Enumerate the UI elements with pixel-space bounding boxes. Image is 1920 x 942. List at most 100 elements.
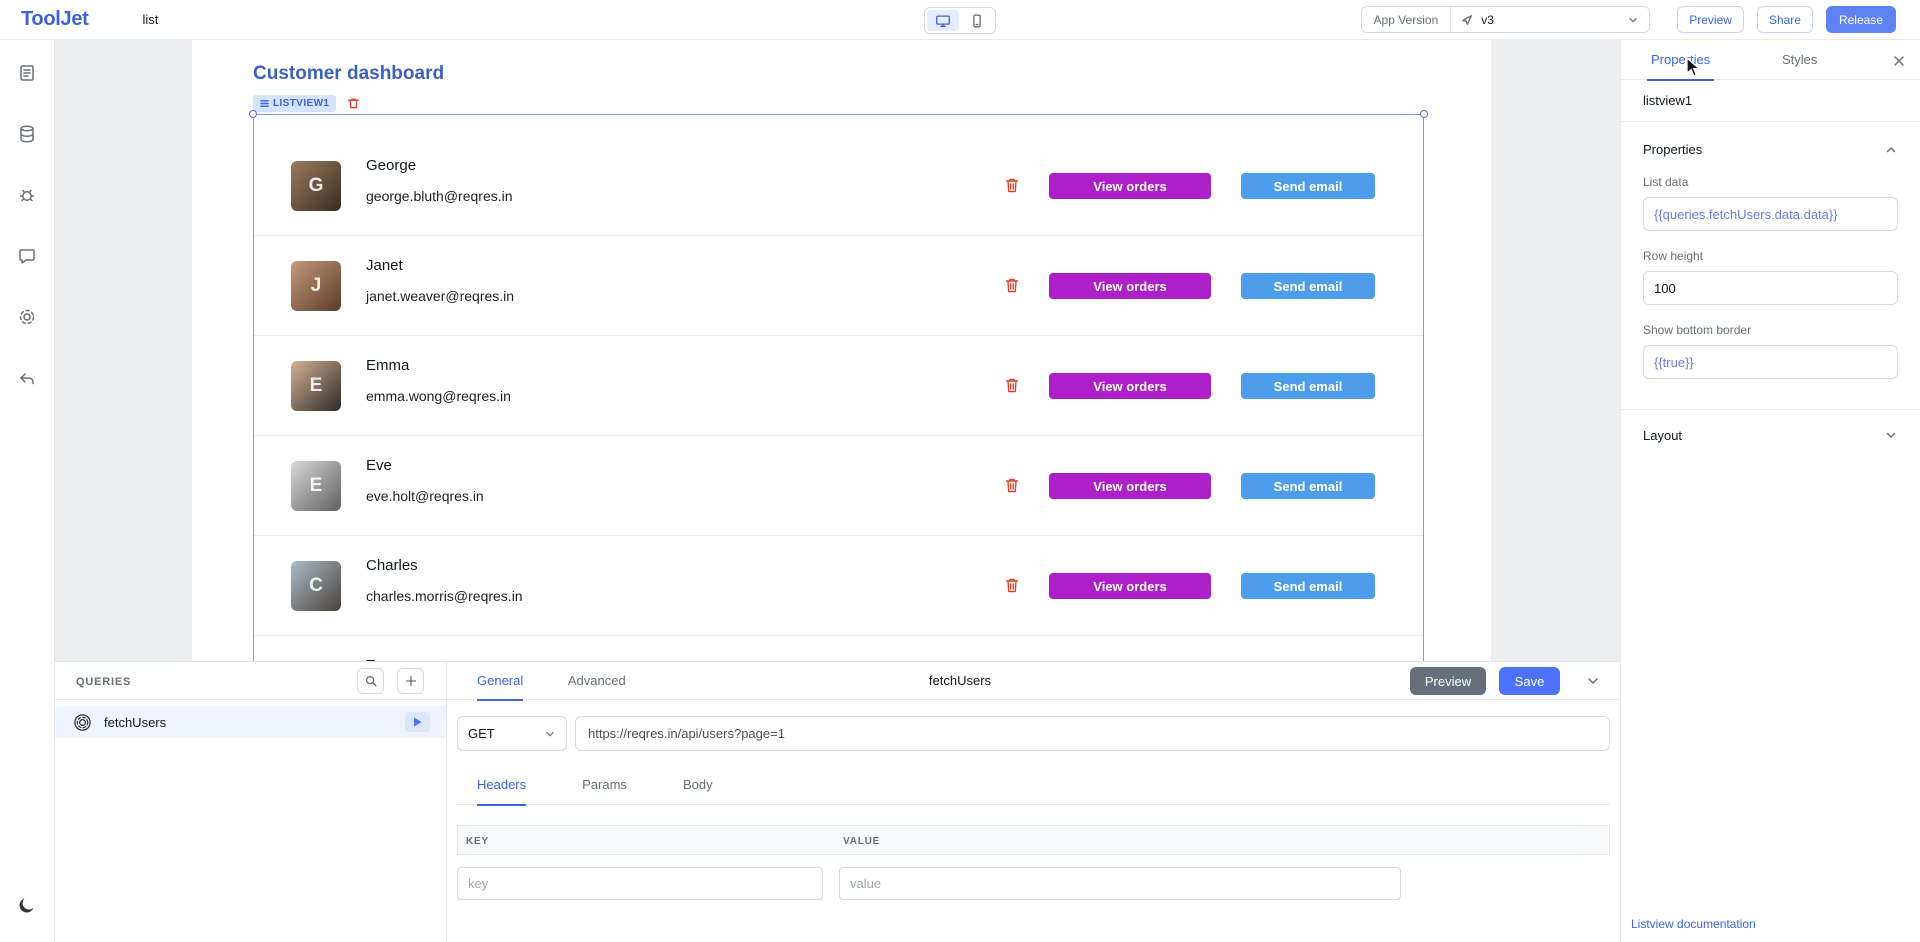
listview-widget[interactable]: G George george.bluth@reqres.in View ord… <box>253 114 1424 661</box>
resize-handle-top-left[interactable] <box>249 110 257 118</box>
header-key-input[interactable] <box>457 867 823 900</box>
header-value-input[interactable] <box>839 867 1401 900</box>
query-save-button[interactable]: Save <box>1499 667 1560 695</box>
app-header: ToolJet list App Version v3 Preview Shar… <box>0 0 1920 40</box>
delete-row-button[interactable] <box>1000 373 1024 397</box>
page-title: Customer dashboard <box>253 63 444 85</box>
query-preview-button[interactable]: Preview <box>1410 667 1486 695</box>
delete-row-button[interactable] <box>1000 573 1024 597</box>
delete-row-button[interactable] <box>1000 173 1024 197</box>
send-email-button[interactable]: Send email <box>1241 573 1375 599</box>
view-orders-button[interactable]: View orders <box>1049 173 1211 199</box>
preview-button[interactable]: Preview <box>1677 6 1744 33</box>
user-name: Eve <box>366 457 392 474</box>
widget-delete-button[interactable] <box>347 97 360 110</box>
section-properties[interactable]: Properties <box>1643 142 1898 157</box>
view-orders-button[interactable]: View orders <box>1049 473 1211 499</box>
play-icon <box>413 717 422 727</box>
tooljet-logo[interactable]: ToolJet <box>21 8 89 31</box>
tab-properties[interactable]: Properties <box>1651 40 1710 80</box>
bottom-border-input[interactable]: {{true}} <box>1643 345 1898 379</box>
tab-headers[interactable]: Headers <box>477 765 526 805</box>
view-orders-button[interactable]: View orders <box>1049 273 1211 299</box>
list-icon <box>260 99 269 108</box>
request-tabs: Headers Params Body <box>457 765 1610 805</box>
tab-advanced[interactable]: Advanced <box>568 662 626 700</box>
user-avatar: C <box>291 561 341 611</box>
list-data-label: List data <box>1643 175 1898 189</box>
widget-selection-toolbar: LISTVIEW1 <box>253 95 360 112</box>
query-url-input[interactable] <box>575 716 1610 751</box>
canvas-background[interactable]: Customer dashboard LISTVIEW1 G George ge… <box>55 40 1620 661</box>
bug-icon <box>17 185 37 205</box>
release-button[interactable]: Release <box>1826 6 1896 33</box>
send-email-button[interactable]: Send email <box>1241 473 1375 499</box>
sidebar-item-debugger[interactable] <box>10 178 44 212</box>
app-version-control[interactable]: App Version v3 <box>1361 6 1651 33</box>
list-row[interactable]: J Janet janet.weaver@reqres.in View orde… <box>254 236 1423 336</box>
section-layout[interactable]: Layout <box>1643 410 1898 460</box>
listview-documentation-link[interactable]: Listview documentation <box>1631 917 1756 931</box>
database-icon <box>17 124 37 144</box>
list-row[interactable]: G George george.bluth@reqres.in View ord… <box>254 136 1423 236</box>
list-row[interactable]: E Eve eve.holt@reqres.in View orders Sen… <box>254 436 1423 536</box>
send-email-button[interactable]: Send email <box>1241 173 1375 199</box>
tab-params[interactable]: Params <box>582 765 627 805</box>
add-query-button[interactable] <box>397 668 424 694</box>
list-row[interactable]: T Tracey View orders Send email <box>254 636 1423 661</box>
query-name: fetchUsers <box>104 715 166 730</box>
query-search-button[interactable] <box>357 668 384 694</box>
dark-mode-toggle[interactable] <box>10 888 44 922</box>
list-data-input[interactable]: {{queries.fetchUsers.data.data}} <box>1643 197 1898 231</box>
sidebar-item-settings[interactable] <box>10 300 44 334</box>
list-row[interactable]: C Charles charles.morris@reqres.in View … <box>254 536 1423 636</box>
chevron-down-icon <box>1585 673 1601 689</box>
view-orders-button[interactable]: View orders <box>1049 573 1211 599</box>
section-layout-label: Layout <box>1643 428 1682 443</box>
collapse-panel-button[interactable] <box>1581 670 1605 692</box>
send-email-button[interactable]: Send email <box>1241 273 1375 299</box>
user-avatar: E <box>291 461 341 511</box>
sidebar-item-back[interactable] <box>10 361 44 395</box>
chevron-down-icon <box>1884 428 1898 442</box>
rocket-icon <box>1461 13 1474 26</box>
chat-icon <box>17 246 37 266</box>
headers-table-row <box>457 867 1610 900</box>
run-query-button[interactable] <box>405 712 430 732</box>
row-height-input[interactable] <box>1643 271 1898 305</box>
resize-handle-top-right[interactable] <box>1420 110 1428 118</box>
query-list-item[interactable]: fetchUsers <box>55 706 446 738</box>
gear-icon <box>17 307 37 327</box>
trash-icon <box>1004 477 1020 494</box>
search-icon <box>364 674 378 688</box>
row-height-label: Row height <box>1643 249 1898 263</box>
app-name[interactable]: list <box>143 12 159 27</box>
tab-general[interactable]: General <box>477 662 523 700</box>
mobile-view-button[interactable] <box>961 10 993 31</box>
app-canvas[interactable]: Customer dashboard LISTVIEW1 G George ge… <box>192 40 1491 661</box>
share-button[interactable]: Share <box>1757 6 1813 33</box>
query-editor-title: fetchUsers <box>929 662 991 700</box>
view-orders-button[interactable]: View orders <box>1049 373 1211 399</box>
method-select[interactable]: GET <box>457 716 567 751</box>
sidebar-item-comments[interactable] <box>10 239 44 273</box>
close-panel-button[interactable] <box>1888 50 1910 72</box>
user-avatar: G <box>291 161 341 211</box>
delete-row-button[interactable] <box>1000 273 1024 297</box>
widget-badge[interactable]: LISTVIEW1 <box>253 95 336 112</box>
version-dropdown[interactable]: v3 <box>1451 7 1649 32</box>
list-row[interactable]: E Emma emma.wong@reqres.in View orders S… <box>254 336 1423 436</box>
user-name: Emma <box>366 357 409 374</box>
sidebar-item-pages[interactable] <box>10 56 44 90</box>
sidebar-item-datasources[interactable] <box>10 117 44 151</box>
tab-styles[interactable]: Styles <box>1782 40 1817 80</box>
request-row: GET <box>457 716 1610 751</box>
trash-icon <box>1004 377 1020 394</box>
tab-body[interactable]: Body <box>683 765 713 805</box>
delete-row-button[interactable] <box>1000 473 1024 497</box>
desktop-view-button[interactable] <box>927 10 959 31</box>
monitor-icon <box>935 13 951 29</box>
user-email: emma.wong@reqres.in <box>366 388 511 404</box>
query-editor-header: General Advanced fetchUsers Preview Save <box>447 662 1620 700</box>
send-email-button[interactable]: Send email <box>1241 373 1375 399</box>
